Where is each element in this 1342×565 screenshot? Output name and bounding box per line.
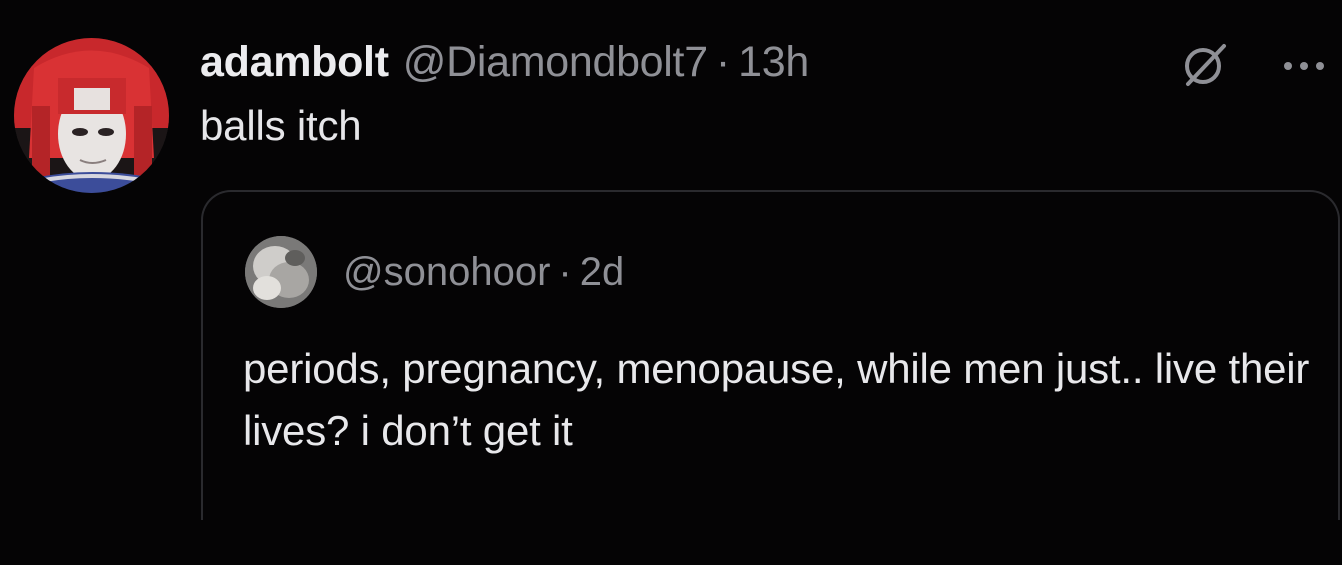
quote-header: @sonohoor · 2d [343,250,624,295]
grok-icon [1185,44,1226,86]
tweet-text: balls itch [200,102,362,149]
avatar-icon [245,236,317,308]
quote-author-handle[interactable]: @sonohoor [343,250,550,294]
grok-button[interactable] [1180,40,1230,90]
quote-author-avatar[interactable] [245,236,317,308]
quote-text: periods, pregnancy, menopause, while men… [243,345,1310,454]
more-options-button[interactable] [1280,46,1332,86]
tweet-header: adambolt @Diamondbolt7 · 13h [200,38,809,90]
quote-separator: · [558,250,572,294]
author-display-name[interactable]: adambolt [200,38,389,87]
avatar-icon [14,38,169,193]
quoted-tweet[interactable]: @sonohoor · 2d periods, pregnancy, menopau… [201,190,1340,520]
tweet-timestamp[interactable]: 13h [738,38,809,87]
more-icon [1284,62,1324,70]
author-avatar[interactable] [14,38,169,193]
author-handle[interactable]: @Diamondbolt7 [403,38,708,87]
quote-timestamp[interactable]: 2d [580,250,625,294]
header-separator: · [715,38,731,86]
